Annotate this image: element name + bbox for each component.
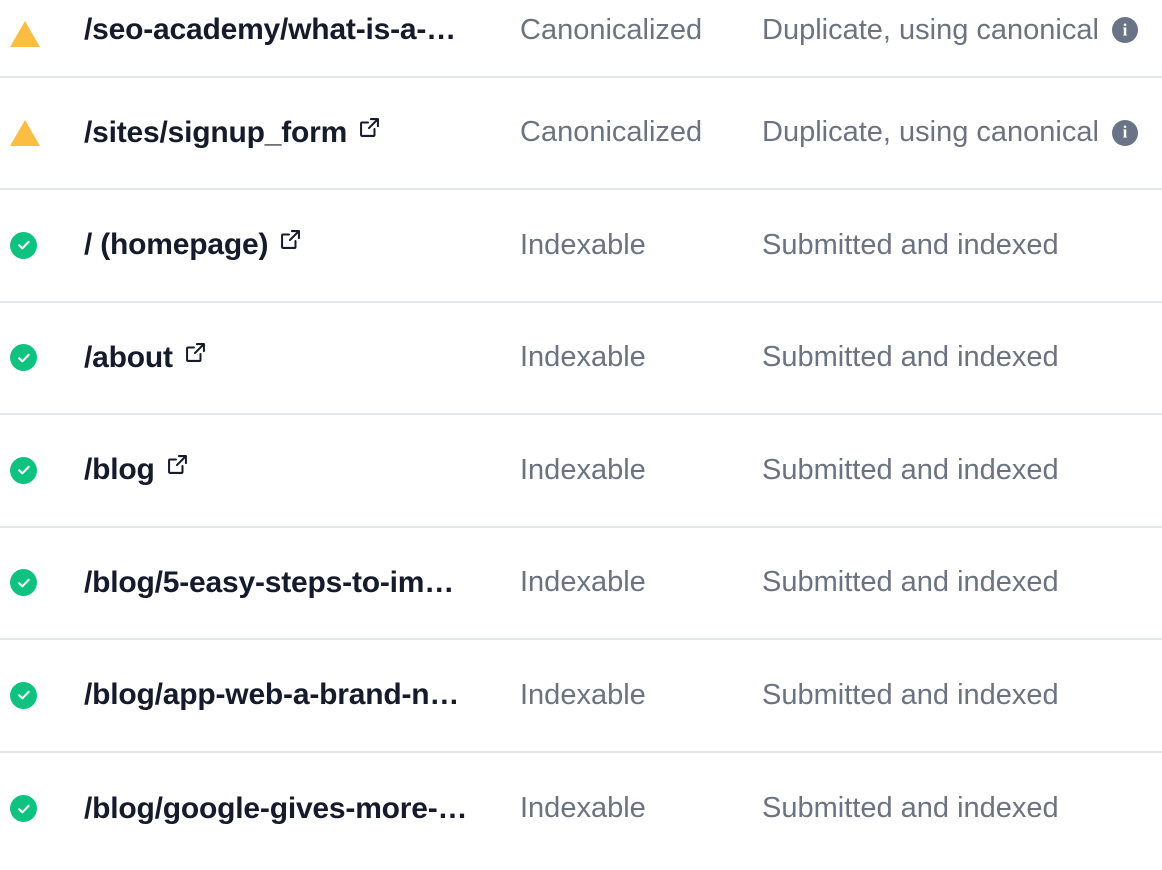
warning-triangle-icon <box>10 119 40 146</box>
indexability-cell: Indexable <box>520 228 646 261</box>
check-circle-icon <box>10 795 37 823</box>
indexability-cell: Indexable <box>520 453 646 486</box>
status-icon-cell <box>0 795 84 823</box>
coverage-cell: Submitted and indexed <box>762 566 1162 599</box>
status-icon-cell <box>0 119 84 146</box>
coverage-cell: Submitted and indexed <box>762 229 1162 262</box>
info-icon-glyph: i <box>1122 20 1128 39</box>
url-cell[interactable]: /about <box>84 341 520 375</box>
url-label: /blog/google-gives-more-… <box>84 791 468 825</box>
coverage-label: Submitted and indexed <box>762 341 1059 374</box>
url-cell[interactable]: /blog <box>84 453 520 487</box>
url-label: / (homepage) <box>84 228 269 262</box>
url-cell[interactable]: /blog/5-easy-steps-to-im… <box>84 566 520 600</box>
check-circle-icon <box>10 569 37 597</box>
url-cell[interactable]: /seo-academy/what-is-a-… <box>84 13 520 47</box>
warning-triangle-icon <box>10 20 40 47</box>
table-row[interactable]: /about Indexable Submitted and indexed <box>0 302 1162 415</box>
indexability-cell: Indexable <box>520 792 646 825</box>
coverage-label: Duplicate, using canonical <box>762 13 1099 46</box>
coverage-cell: Submitted and indexed <box>762 679 1162 712</box>
url-cell[interactable]: /blog/app-web-a-brand-n… <box>84 678 520 712</box>
table-row[interactable]: /blog Indexable Submitted and indexed <box>0 415 1162 528</box>
coverage-label: Submitted and indexed <box>762 678 1059 711</box>
table-row[interactable]: / (homepage) Indexable Submitted and index… <box>0 190 1162 303</box>
coverage-cell: Submitted and indexed <box>762 341 1162 374</box>
status-icon-cell <box>0 231 84 259</box>
coverage-label: Submitted and indexed <box>762 453 1059 486</box>
url-cell[interactable]: /sites/signup_form <box>84 116 520 150</box>
check-circle-icon <box>10 344 37 372</box>
external-link-icon[interactable] <box>279 228 302 251</box>
table-row[interactable]: /seo-academy/what-is-a-… Canonicalized Dup… <box>0 0 1162 78</box>
url-cell[interactable]: / (homepage) <box>84 228 520 262</box>
info-icon[interactable]: i <box>1111 17 1138 43</box>
external-link-icon[interactable] <box>184 341 207 364</box>
coverage-label: Submitted and indexed <box>762 228 1059 261</box>
status-icon-cell <box>0 20 84 47</box>
coverage-cell: Submitted and indexed <box>762 454 1162 487</box>
indexability-cell: Indexable <box>520 566 646 599</box>
table-row[interactable]: /blog/google-gives-more-… Indexable Submit… <box>0 752 1162 865</box>
url-label: /about <box>84 340 173 374</box>
status-icon-cell <box>0 456 84 484</box>
url-label: /blog/app-web-a-brand-n… <box>84 678 460 712</box>
indexability-cell: Indexable <box>520 341 646 374</box>
indexability-cell: Canonicalized <box>520 116 703 149</box>
check-circle-icon <box>10 456 37 484</box>
status-icon-cell <box>0 569 84 597</box>
external-link-icon[interactable] <box>358 116 381 139</box>
table-row[interactable]: /sites/signup_form Canonicalized Duplicate… <box>0 77 1162 190</box>
coverage-label: Submitted and indexed <box>762 566 1059 599</box>
coverage-cell: Duplicate, using canonical i <box>762 14 1162 47</box>
coverage-label: Duplicate, using canonical <box>762 116 1099 149</box>
table-row[interactable]: /blog/app-web-a-brand-n… Indexable Submitt… <box>0 640 1162 753</box>
url-cell[interactable]: /blog/google-gives-more-… <box>84 792 520 826</box>
check-circle-icon <box>10 681 37 709</box>
coverage-cell: Submitted and indexed <box>762 792 1162 825</box>
indexability-cell: Canonicalized <box>520 13 703 46</box>
url-label: /blog <box>84 453 155 487</box>
check-circle-icon <box>10 231 37 259</box>
url-label: /seo-academy/what-is-a-… <box>84 12 456 46</box>
info-icon[interactable]: i <box>1111 119 1138 146</box>
info-icon-glyph: i <box>1122 122 1128 142</box>
url-index-status-table: /seo-academy/what-is-a-… Canonicalized Dup… <box>0 0 1162 865</box>
external-link-icon[interactable] <box>166 453 189 476</box>
url-label: /blog/5-easy-steps-to-im… <box>84 565 455 599</box>
coverage-cell: Duplicate, using canonical i <box>762 116 1162 149</box>
indexability-cell: Indexable <box>520 678 646 711</box>
coverage-label: Submitted and indexed <box>762 792 1059 825</box>
status-icon-cell <box>0 344 84 372</box>
table-row[interactable]: /blog/5-easy-steps-to-im… Indexable Submit… <box>0 527 1162 640</box>
status-icon-cell <box>0 681 84 709</box>
url-label: /sites/signup_form <box>84 115 348 149</box>
